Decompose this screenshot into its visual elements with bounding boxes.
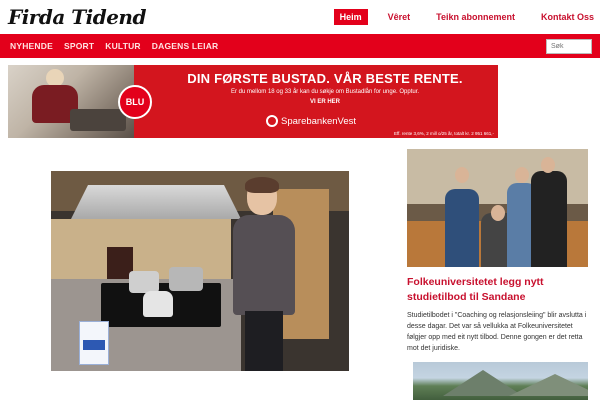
nav-kultur[interactable]: KULTUR [105, 41, 141, 51]
page: Firda Tidend Heim Vêret Teikn abonnement… [0, 0, 600, 400]
ad-banner[interactable]: BLU DIN FØRSTE BUSTAD. VÅR BESTE RENTE. … [8, 65, 498, 138]
topnav-contact[interactable]: Kontakt Oss [535, 9, 600, 25]
ad-badge: BLU [118, 85, 152, 119]
ad-headline: DIN FØRSTE BUSTAD. VÅR BESTE RENTE. [187, 71, 463, 86]
sidebar-article-title[interactable]: Folkeuniversitetet legg nytt studietilbo… [407, 275, 588, 305]
top-nav: Heim Vêret Teikn abonnement Kontakt Oss [333, 9, 600, 25]
ad-cta[interactable]: VI ER HER [160, 99, 490, 105]
nav-nyhende[interactable]: NYHENDE [10, 41, 53, 51]
ad-subline: Er du mellom 18 og 33 år kan du søkje om… [230, 89, 420, 95]
category-list: NYHENDE SPORT KULTUR DAGENS LEIAR [10, 34, 229, 58]
masthead: Firda Tidend Heim Vêret Teikn abonnement… [0, 0, 600, 34]
sidebar-article-text: Studietilbodet i "Coaching og relasjonsl… [407, 312, 587, 352]
bank-logo-icon [266, 115, 278, 127]
topnav-veret[interactable]: Vêret [382, 9, 417, 25]
nav-dagens-leiar[interactable]: DAGENS LEIAR [152, 41, 219, 51]
ad-brand: SparebankenVest [266, 115, 356, 127]
topnav-subscribe[interactable]: Teikn abonnement [430, 9, 521, 25]
site-logo[interactable]: Firda Tidend [8, 5, 146, 29]
sidebar-article-image-2[interactable] [413, 362, 588, 400]
ad-photo [8, 65, 134, 138]
main-article-image[interactable] [51, 171, 349, 371]
topnav-heim[interactable]: Heim [333, 9, 368, 25]
ad-fineprint: Eff. rente 3,6%, 2 mill o/25 år, totalt … [394, 131, 494, 136]
search-input[interactable] [546, 39, 592, 54]
sidebar-article: Folkeuniversitetet legg nytt studietilbo… [407, 149, 588, 354]
category-nav: NYHENDE SPORT KULTUR DAGENS LEIAR [0, 34, 600, 58]
sidebar-article-image[interactable] [407, 149, 588, 267]
ad-brand-label: SparebankenVest [281, 115, 357, 127]
nav-sport[interactable]: SPORT [64, 41, 94, 51]
